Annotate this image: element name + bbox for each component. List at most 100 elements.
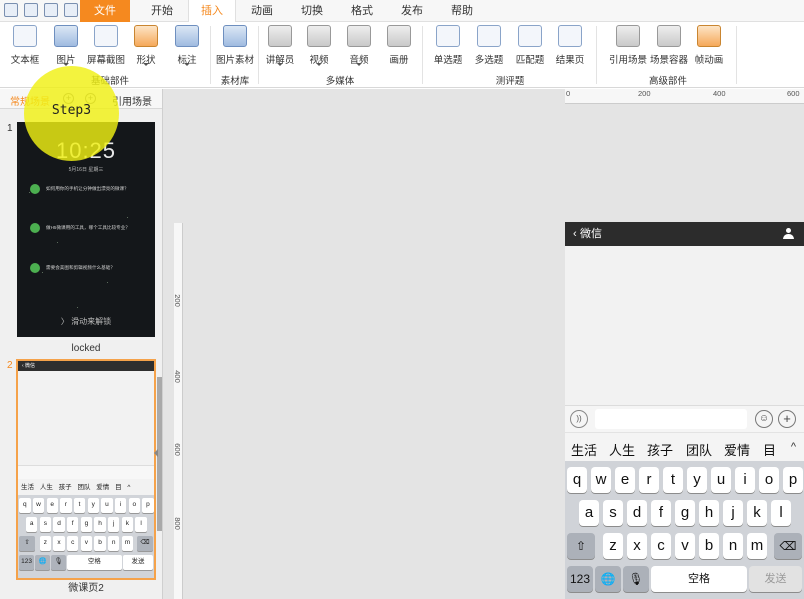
undo-icon[interactable] bbox=[44, 3, 58, 17]
video-button[interactable]: 视频 bbox=[297, 25, 341, 66]
voice-icon[interactable]: )) bbox=[570, 410, 588, 428]
suggestion-word[interactable]: 目 bbox=[763, 440, 776, 459]
suggestion-word[interactable]: 爱情 bbox=[724, 440, 750, 459]
key-i[interactable]: i bbox=[114, 498, 127, 514]
send-key[interactable]: 发送 bbox=[749, 566, 802, 592]
key-c[interactable]: c bbox=[651, 533, 671, 559]
tab-format[interactable]: 格式 bbox=[338, 0, 386, 22]
tab-publish[interactable]: 发布 bbox=[388, 0, 436, 22]
key-h[interactable]: h bbox=[94, 517, 106, 533]
key-u[interactable]: u bbox=[711, 467, 731, 493]
key-f[interactable]: f bbox=[67, 517, 79, 533]
key-o[interactable]: o bbox=[128, 498, 140, 514]
key-r[interactable]: r bbox=[639, 467, 659, 493]
key-d[interactable]: d bbox=[53, 517, 65, 533]
key-a[interactable]: a bbox=[579, 500, 599, 526]
panel-splitter[interactable] bbox=[154, 377, 162, 531]
matching-button[interactable]: 匹配题 bbox=[508, 25, 552, 66]
mic-key[interactable]: 🎙 bbox=[623, 566, 649, 592]
delete-key[interactable]: ⌫ bbox=[137, 536, 154, 551]
key-e[interactable]: e bbox=[46, 498, 58, 514]
frame-anim-button[interactable]: 帧动画 bbox=[687, 25, 731, 66]
key-a[interactable]: a bbox=[25, 517, 38, 533]
image-assets-button[interactable]: 图片素材 bbox=[212, 25, 258, 66]
user-icon[interactable] bbox=[783, 228, 794, 240]
key-n[interactable]: n bbox=[108, 536, 120, 551]
shift-key[interactable]: ⇧ bbox=[567, 533, 595, 559]
tab-start[interactable]: 开始 bbox=[138, 0, 186, 22]
key-y[interactable]: y bbox=[87, 498, 99, 514]
key-v[interactable]: v bbox=[675, 533, 695, 559]
key-w[interactable]: w bbox=[32, 498, 45, 514]
phone-preview[interactable]: ‹ 微信 )) ☺ + 生活 人生 孩子 团队 爱情 目 ^ qwertyuio… bbox=[565, 222, 804, 599]
delete-key[interactable]: ⌫ bbox=[774, 533, 802, 559]
shape-button[interactable]: 形状 bbox=[124, 25, 168, 66]
tab-file[interactable]: 文件 bbox=[80, 0, 130, 22]
key-o[interactable]: o bbox=[759, 467, 779, 493]
send-key[interactable]: 发送 bbox=[122, 554, 154, 570]
key-f[interactable]: f bbox=[651, 500, 671, 526]
key-z[interactable]: z bbox=[39, 536, 52, 551]
key-k[interactable]: k bbox=[121, 517, 134, 533]
globe-key[interactable]: 🌐 bbox=[35, 554, 50, 570]
multi-choice-button[interactable]: 多选题 bbox=[467, 25, 511, 66]
key-n[interactable]: n bbox=[723, 533, 743, 559]
shift-key[interactable]: ⇧ bbox=[19, 536, 36, 551]
key-t[interactable]: t bbox=[73, 498, 86, 514]
textbox-button[interactable]: 文本框 bbox=[3, 25, 47, 66]
key-m[interactable]: m bbox=[121, 536, 134, 551]
key-j[interactable]: j bbox=[723, 500, 743, 526]
key-u[interactable]: u bbox=[101, 498, 113, 514]
album-button[interactable]: 画册 bbox=[377, 25, 421, 66]
key-k[interactable]: k bbox=[747, 500, 767, 526]
key-d[interactable]: d bbox=[627, 500, 647, 526]
space-key[interactable]: 空格 bbox=[651, 566, 747, 592]
key-y[interactable]: y bbox=[687, 467, 707, 493]
numbers-key[interactable]: 123 bbox=[19, 554, 34, 570]
space-key[interactable]: 空格 bbox=[67, 554, 122, 570]
key-p[interactable]: p bbox=[783, 467, 803, 493]
key-h[interactable]: h bbox=[699, 500, 719, 526]
plus-icon[interactable]: + bbox=[778, 410, 796, 428]
chevron-up-icon[interactable]: ^ bbox=[791, 441, 796, 453]
key-p[interactable]: p bbox=[142, 498, 154, 514]
result-page-button[interactable]: 结果页 bbox=[548, 25, 592, 66]
scene-container-button[interactable]: 场景容器 bbox=[647, 25, 691, 66]
back-icon[interactable]: ‹ bbox=[573, 222, 577, 246]
key-g[interactable]: g bbox=[80, 517, 93, 533]
ref-scene-button[interactable]: 引用场景 bbox=[606, 25, 650, 66]
annotation-button[interactable]: 标注 bbox=[165, 25, 209, 66]
key-t[interactable]: t bbox=[663, 467, 683, 493]
copy-icon[interactable] bbox=[24, 3, 38, 17]
key-v[interactable]: v bbox=[80, 536, 93, 551]
key-j[interactable]: j bbox=[108, 517, 120, 533]
chat-input-field[interactable] bbox=[595, 409, 747, 429]
narrator-button[interactable]: 讲解员 bbox=[258, 25, 302, 66]
key-r[interactable]: r bbox=[60, 498, 72, 514]
slide-thumbnail-wechat[interactable]: ‹ 微信 生活 人生 孩子 团队 爱情 目 ^ qwertyuiop asdfgh… bbox=[16, 359, 156, 580]
suggestion-word[interactable]: 团队 bbox=[686, 440, 712, 459]
key-s[interactable]: s bbox=[39, 517, 52, 533]
key-m[interactable]: m bbox=[747, 533, 767, 559]
key-c[interactable]: c bbox=[67, 536, 79, 551]
image-button[interactable]: 图片 bbox=[44, 25, 88, 66]
audio-button[interactable]: 音频 bbox=[337, 25, 381, 66]
tab-transition[interactable]: 切换 bbox=[288, 0, 336, 22]
globe-key[interactable]: 🌐 bbox=[595, 566, 621, 592]
key-l[interactable]: l bbox=[135, 517, 147, 533]
screenshot-button[interactable]: 屏幕截图 bbox=[84, 25, 128, 66]
key-x[interactable]: x bbox=[627, 533, 647, 559]
suggestion-word[interactable]: 孩子 bbox=[647, 440, 673, 459]
suggestion-word[interactable]: 人生 bbox=[609, 440, 635, 459]
key-z[interactable]: z bbox=[603, 533, 623, 559]
key-b[interactable]: b bbox=[699, 533, 719, 559]
preview-icon[interactable] bbox=[64, 3, 78, 17]
emoji-icon[interactable]: ☺ bbox=[755, 410, 773, 428]
numbers-key[interactable]: 123 bbox=[567, 566, 593, 592]
key-i[interactable]: i bbox=[735, 467, 755, 493]
key-w[interactable]: w bbox=[591, 467, 611, 493]
mic-key[interactable]: 🎙 bbox=[51, 554, 66, 570]
key-x[interactable]: x bbox=[53, 536, 65, 551]
save-icon[interactable] bbox=[4, 3, 18, 17]
key-l[interactable]: l bbox=[771, 500, 791, 526]
